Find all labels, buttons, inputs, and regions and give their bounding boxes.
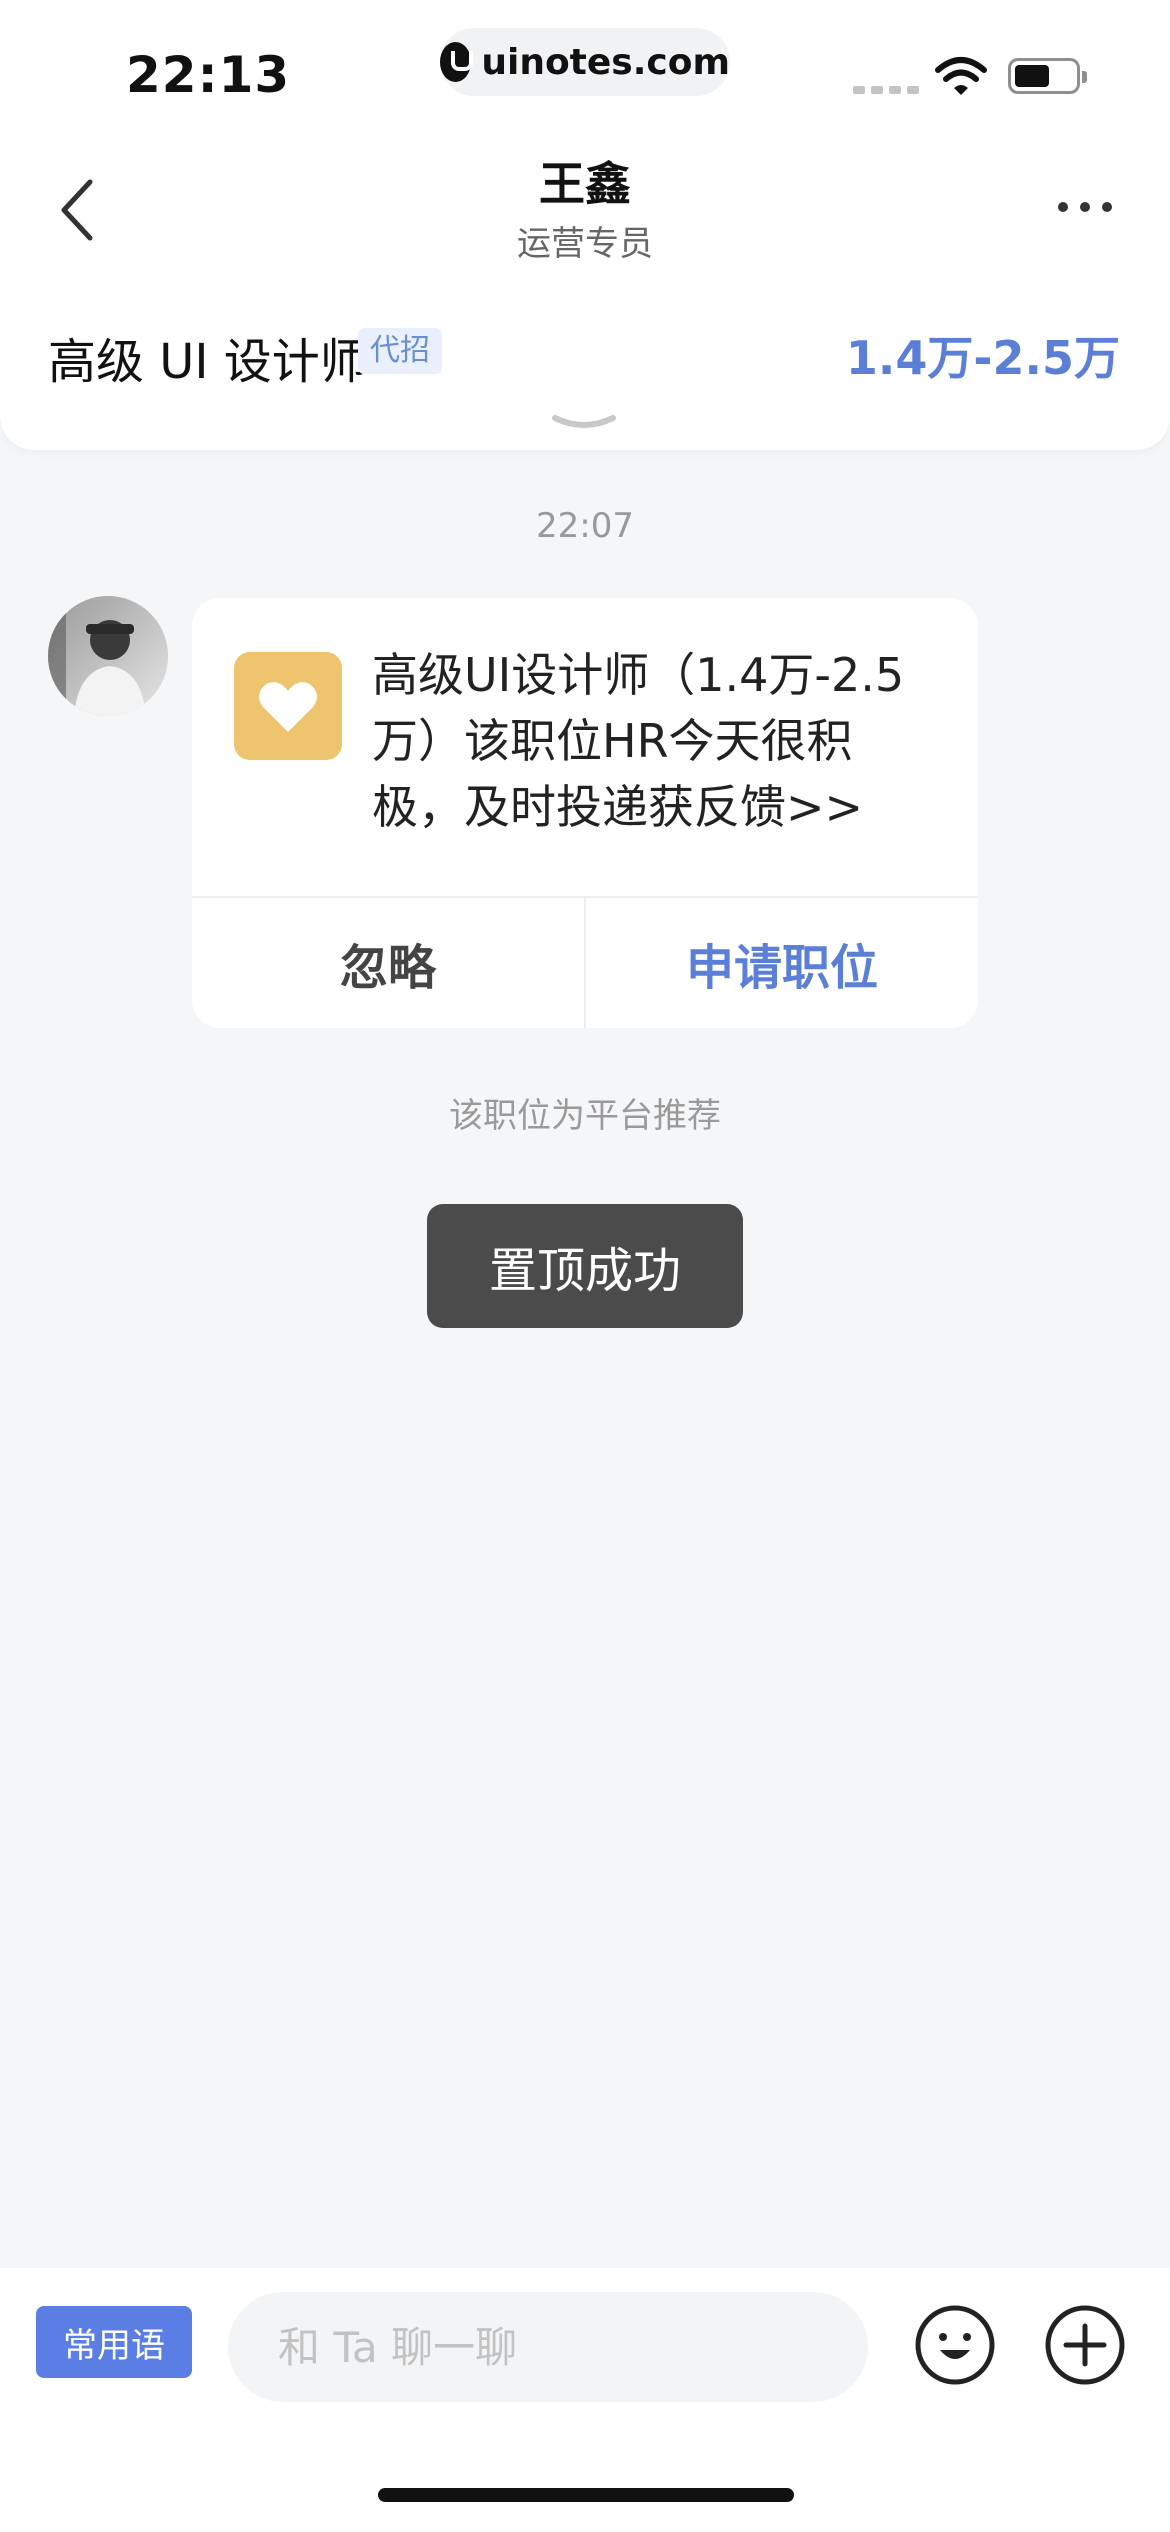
avatar-photo (48, 596, 168, 716)
chevron-down-icon[interactable] (549, 410, 619, 440)
emoji-icon[interactable] (914, 2304, 996, 2386)
job-title[interactable]: 高级 UI 设计师 (48, 322, 368, 392)
url-pill[interactable]: uinotes.com (440, 28, 730, 96)
status-bar: 22:13 uinotes.com (0, 0, 1170, 130)
battery-icon (1008, 58, 1087, 94)
avatar[interactable] (48, 596, 168, 716)
cellular-signal-icon (853, 86, 919, 94)
card-message: 高级UI设计师（1.4万-2.5万）该职位HR今天很积极，及时投递获反馈>> (372, 648, 905, 834)
common-phrases-button[interactable]: 常用语 (36, 2306, 192, 2378)
plus-icon[interactable] (1044, 2304, 1126, 2386)
chat-timestamp: 22:07 (536, 506, 634, 546)
job-salary: 1.4万-2.5万 (845, 331, 1120, 385)
message-input[interactable] (228, 2292, 868, 2402)
ignore-button[interactable]: 忽略 (192, 898, 584, 1028)
apply-job-button[interactable]: 申请职位 (586, 898, 978, 1028)
recommend-note: 该职位为平台推荐 (449, 1096, 721, 1136)
job-recommend-card[interactable]: 高级UI设计师（1.4万-2.5万）该职位HR今天很积极，及时投递获反馈>> 忽… (192, 598, 978, 1028)
status-time: 22:13 (126, 46, 291, 104)
url-text: uinotes.com (481, 41, 730, 83)
wifi-icon (935, 57, 987, 95)
site-logo-icon (440, 42, 474, 82)
home-indicator[interactable] (378, 2488, 794, 2502)
chat-header: 王鑫 运营专员 高级 UI 设计师 代招 1.4万-2.5万 (0, 130, 1170, 450)
toast-message: 置顶成功 (427, 1204, 743, 1328)
contact-name: 王鑫 (539, 157, 631, 211)
contact-role: 运营专员 (517, 224, 653, 264)
heart-icon (234, 652, 342, 760)
more-icon[interactable] (1058, 202, 1112, 212)
input-bar: 常用语 (0, 2268, 1170, 2532)
job-tag: 代招 (358, 328, 442, 374)
